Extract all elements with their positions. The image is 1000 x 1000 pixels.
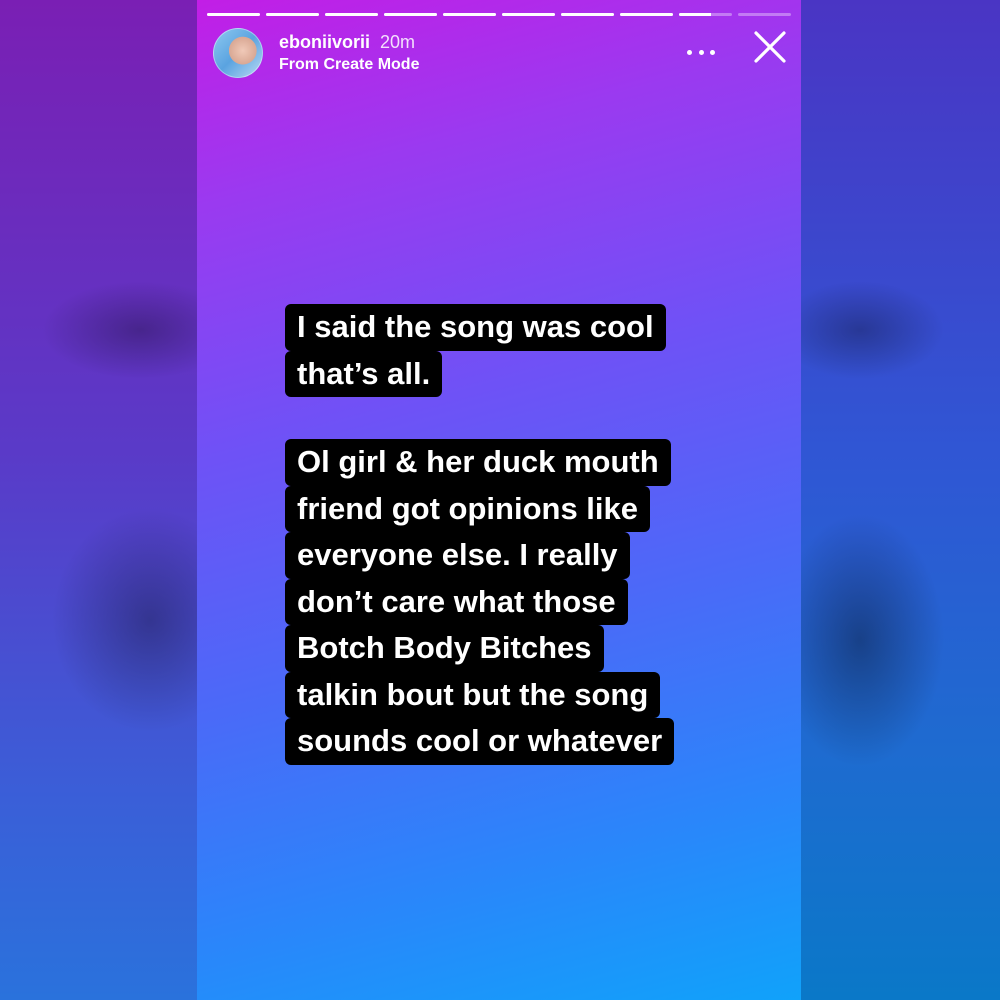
story-card[interactable]: eboniivorii 20m From Create Mode I said …: [197, 0, 801, 1000]
text-line: Botch Body Bitches: [285, 625, 604, 672]
blurred-backdrop-right: [800, 0, 1000, 1000]
story-text-block: I said the song was cool that’s all. Ol gi…: [285, 304, 745, 765]
text-line: everyone else. I really: [285, 532, 630, 579]
progress-segment: [266, 13, 319, 16]
avatar[interactable]: [213, 28, 263, 78]
progress-segment: [502, 13, 555, 16]
progress-segment: [443, 13, 496, 16]
close-icon[interactable]: [751, 28, 789, 66]
text-line: Ol girl & her duck mouth: [285, 439, 671, 486]
progress-segment: [620, 13, 673, 16]
progress-segment: [738, 13, 791, 16]
progress-segment: [679, 13, 732, 16]
progress-segment: [325, 13, 378, 16]
username[interactable]: eboniivorii: [279, 32, 370, 53]
text-line: talkin bout but the song: [285, 671, 661, 718]
text-line: I said the song was cool: [285, 304, 666, 351]
text-paragraph: Ol girl & her duck mouth friend got opini…: [285, 439, 745, 765]
progress-segment: [384, 13, 437, 16]
text-line: friend got opinions like: [285, 485, 650, 532]
blurred-backdrop-left: [0, 0, 200, 1000]
text-line: don’t care what those: [285, 578, 628, 625]
text-line: sounds cool or whatever: [285, 718, 675, 765]
more-options-icon[interactable]: [687, 40, 715, 64]
story-progress-bar: [207, 13, 791, 16]
text-line: that’s all.: [285, 350, 443, 397]
story-meta: eboniivorii 20m From Create Mode: [279, 32, 419, 74]
progress-segment: [207, 13, 260, 16]
story-header: eboniivorii 20m From Create Mode: [213, 28, 789, 78]
progress-segment: [561, 13, 614, 16]
story-subtitle: From Create Mode: [279, 56, 420, 73]
text-paragraph: I said the song was cool that’s all.: [285, 304, 745, 397]
timestamp: 20m: [380, 32, 416, 52]
